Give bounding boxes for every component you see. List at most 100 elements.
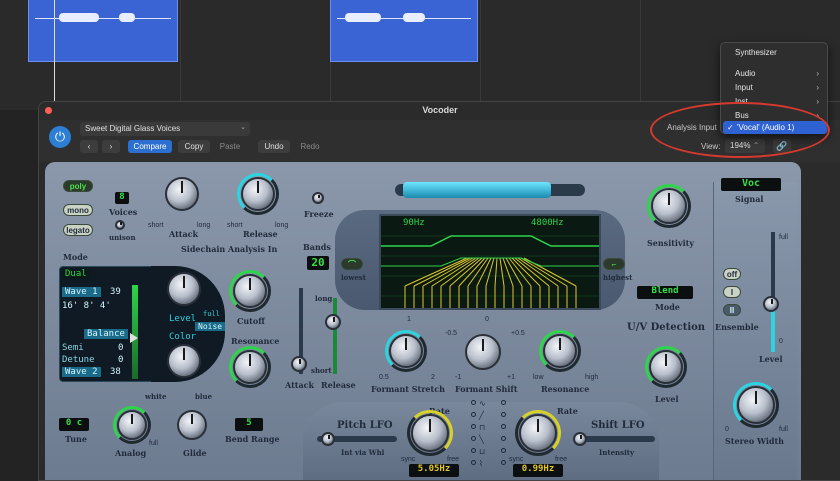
analog-label: Analog — [115, 448, 147, 458]
stereo-width-knob[interactable] — [737, 386, 775, 424]
track-area — [0, 0, 840, 110]
menu-item-synthesizer[interactable]: Synthesizer — [721, 46, 827, 59]
next-preset-button[interactable]: › — [102, 140, 120, 153]
stereo-width-max-label: full — [779, 426, 788, 433]
balance-label: Balance — [84, 329, 128, 339]
glide-knob[interactable] — [177, 410, 207, 440]
signal-display[interactable]: Voc — [721, 178, 781, 191]
formant-resonance-knob[interactable] — [543, 334, 577, 368]
formant-resonance-label: Resonance — [541, 384, 590, 394]
playhead[interactable] — [54, 0, 55, 110]
paste-button[interactable]: Paste — [214, 140, 246, 153]
analog-knob[interactable] — [117, 410, 147, 440]
shift-high-label: +1 — [507, 374, 515, 381]
cutoff-knob[interactable] — [233, 274, 267, 308]
audio-region[interactable] — [330, 0, 478, 62]
band-line — [440, 257, 480, 287]
attack-knob[interactable] — [165, 177, 199, 211]
ensemble-ii-button[interactable]: II — [723, 304, 741, 316]
pitch-lfo-intensity-slider[interactable] — [321, 432, 335, 446]
legato-button[interactable]: legato — [63, 224, 93, 236]
shift-lfo-rate-knob[interactable] — [519, 414, 557, 452]
bend-range-label: Bend Range — [225, 434, 280, 444]
formant-stretch-label: Formant Stretch — [371, 384, 445, 394]
level-full-label: full — [203, 310, 220, 318]
high-frequency-readout[interactable]: 4800Hz — [531, 218, 564, 228]
release-label: Release — [243, 229, 278, 239]
preset-menu[interactable]: Sweet Digital Glass Voices ⌄ — [80, 122, 250, 136]
audio-region[interactable] — [28, 0, 178, 62]
sensitivity-knob[interactable] — [651, 188, 687, 224]
uv-mode-display[interactable]: Blend — [637, 286, 693, 299]
release-knob[interactable] — [241, 177, 275, 211]
cutoff-label: Cutoff — [237, 316, 265, 326]
color-knob[interactable] — [167, 344, 201, 378]
ensemble-off-button[interactable]: off — [723, 268, 741, 280]
voices-display[interactable]: 8 — [115, 192, 129, 204]
copy-button[interactable]: Copy — [178, 140, 210, 153]
pitch-lfo-title: Pitch LFO — [337, 420, 393, 431]
mode-label: Mode — [63, 252, 88, 262]
power-button[interactable]: ⏻ — [49, 126, 71, 148]
attack-slider[interactable] — [291, 356, 307, 372]
env-attack-label: Attack — [285, 380, 315, 390]
lfo-waveform-selector[interactable]: ∿ ╱ ⊓ ╲ ⊔ ⌇ — [469, 398, 509, 474]
attack-label: Attack — [169, 229, 199, 239]
menu-item-audio[interactable]: Audio › — [721, 67, 827, 80]
low-frequency-readout[interactable]: 90Hz — [403, 218, 425, 228]
pitch-lfo-rate-knob[interactable] — [411, 414, 449, 452]
compare-button[interactable]: Compare — [128, 140, 172, 153]
resonance-low-label: low — [533, 374, 544, 381]
menu-item-input[interactable]: Input › — [721, 81, 827, 94]
footage-selector[interactable]: 16' 8' 4' — [62, 301, 111, 311]
band-line — [413, 257, 471, 287]
color-white-label: white — [145, 392, 167, 401]
tune-display[interactable]: 0 c — [59, 418, 89, 431]
formant-shift-knob[interactable] — [465, 334, 501, 370]
wave1-value[interactable]: 39 — [110, 287, 121, 297]
semi-value[interactable]: 0 — [118, 343, 123, 353]
mono-button[interactable]: mono — [63, 204, 93, 216]
bands-display[interactable]: 20 — [307, 256, 329, 270]
uv-level-knob[interactable] — [649, 350, 683, 384]
shift-lfo-rate-label: Rate — [557, 406, 578, 416]
bend-range-display[interactable]: 5 — [235, 418, 263, 431]
wave1-selector[interactable]: Wave 1 — [62, 287, 101, 297]
poly-button[interactable]: poly — [63, 180, 93, 192]
band-line — [467, 257, 489, 287]
formant-stretch-knob[interactable] — [389, 334, 423, 368]
gridline — [640, 0, 641, 110]
wave2-selector[interactable]: Wave 2 — [62, 367, 101, 377]
shift-lfo-intensity-slider[interactable] — [573, 432, 587, 446]
unison-label: unison — [109, 233, 136, 242]
previous-preset-button[interactable]: ‹ — [80, 140, 98, 153]
lowest-button[interactable]: ⌒ — [341, 258, 363, 270]
highest-button[interactable]: ⌐ — [603, 258, 625, 270]
vocoder-window: Vocoder ⏻ Sweet Digital Glass Voices ⌄ ‹… — [38, 101, 840, 481]
chevron-right-icon: › — [816, 83, 819, 92]
stereo-width-label: Stereo Width — [725, 436, 784, 446]
level-knob[interactable] — [167, 272, 201, 306]
shift-free-label: free — [555, 456, 568, 463]
redo-button[interactable]: Redo — [294, 140, 326, 153]
shift-lfo-rate-display[interactable]: 0.99Hz — [513, 464, 563, 477]
stereo-width-min-label: 0 — [725, 426, 729, 433]
frequency-range-slider[interactable] — [403, 182, 551, 198]
wave2-value[interactable]: 38 — [110, 367, 121, 377]
formant-graph — [381, 235, 599, 308]
ensemble-i-button[interactable]: I — [723, 286, 741, 298]
undo-button[interactable]: Undo — [258, 140, 290, 153]
shift-intensity-label: Intensity — [599, 448, 635, 457]
detune-value[interactable]: 0 — [118, 355, 123, 365]
pitch-lfo-rate-display[interactable]: 5.05Hz — [409, 464, 459, 477]
release-slider[interactable] — [325, 314, 341, 330]
freeze-button[interactable] — [312, 192, 324, 204]
filter-resonance-knob[interactable] — [233, 350, 267, 384]
output-level-slider[interactable] — [763, 296, 779, 312]
bands-label: Bands — [303, 242, 331, 252]
unison-toggle[interactable] — [115, 220, 125, 230]
formant-shift-label: Formant Shift — [455, 384, 518, 394]
balance-pointer[interactable] — [130, 333, 138, 343]
osc-mode-value[interactable]: Dual — [62, 269, 90, 279]
vocoder-panel: poly mono legato 8 Voices unison short l… — [45, 162, 801, 480]
